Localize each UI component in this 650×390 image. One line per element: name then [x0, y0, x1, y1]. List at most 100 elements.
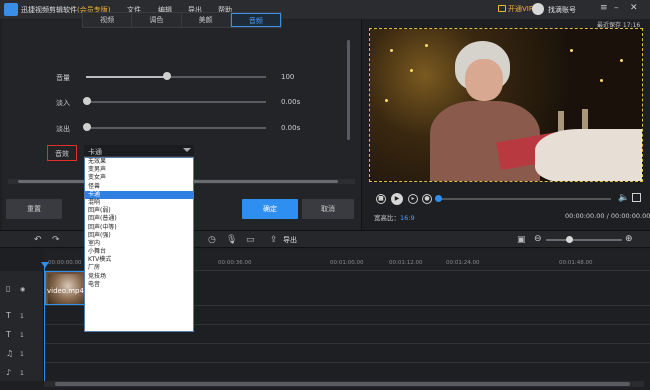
export-label[interactable]: 导出: [283, 235, 297, 245]
zoom-knob[interactable]: [566, 236, 573, 243]
effect-option[interactable]: 电音: [85, 281, 193, 289]
zoom-out-icon[interactable]: ⊖: [534, 234, 542, 244]
effect-select-value: 卡通: [88, 148, 102, 156]
play-icon[interactable]: ▶: [391, 193, 403, 205]
video-track-icon: ▯: [6, 284, 11, 293]
aspect-ratio-label: 宽高比：: [374, 214, 400, 222]
avatar[interactable]: [532, 3, 544, 15]
effect-option[interactable]: 厂房: [85, 264, 193, 272]
cancel-button[interactable]: 取消: [302, 199, 354, 219]
record-icon[interactable]: ●: [422, 194, 432, 204]
effect-option[interactable]: 无效果: [85, 158, 193, 166]
time-readout: 00:00:00.00 / 00:00:00.00: [565, 212, 650, 220]
voice-track-icon: ♪: [6, 368, 12, 377]
volume-knob[interactable]: [163, 72, 171, 80]
volume-slider[interactable]: [86, 76, 266, 78]
text-track-icon: T: [6, 311, 11, 320]
panel-vscrollbar-thumb[interactable]: [347, 40, 350, 140]
fit-icon[interactable]: ▣: [517, 235, 526, 245]
ruler-tick-label: 00:01:00.00: [330, 260, 364, 266]
zoom-slider[interactable]: [546, 239, 622, 241]
effect-label: 音效: [55, 150, 69, 158]
bokeh-light: [600, 79, 603, 82]
music-track-icon: ♫: [6, 349, 14, 358]
woman-face: [465, 59, 503, 101]
app-logo-icon: [4, 3, 18, 16]
effect-option[interactable]: 变女声: [85, 174, 193, 182]
vip-button[interactable]: 开通VIP: [498, 4, 533, 14]
effect-option[interactable]: 怪兽: [85, 183, 193, 191]
ruler-tick-label: 00:01:24.00: [446, 260, 480, 266]
volume-icon[interactable]: 🔈: [618, 193, 629, 203]
undo-icon[interactable]: ↶: [34, 235, 42, 245]
timeline-scrollbar-thumb[interactable]: [55, 382, 630, 386]
fullscreen-icon[interactable]: [632, 193, 641, 202]
menu-icon[interactable]: ≡: [600, 3, 608, 13]
filter-track-icon: T: [6, 330, 11, 339]
tab-beauty[interactable]: 美颜: [182, 13, 231, 27]
progress-bar[interactable]: [437, 198, 611, 200]
aspect-ratio-value: 16:9: [400, 214, 415, 222]
vip-label: 开通VIP: [508, 5, 534, 13]
effect-option[interactable]: 竞技场: [85, 273, 193, 281]
bokeh-light: [425, 44, 428, 47]
zoom-in-icon[interactable]: ⊕: [625, 234, 633, 244]
bokeh-light: [620, 59, 623, 62]
ok-button[interactable]: 确定: [242, 199, 298, 219]
tab-video[interactable]: 视频: [83, 13, 133, 27]
effect-option[interactable]: 回声(强): [85, 232, 193, 240]
effect-option[interactable]: 混响: [85, 199, 193, 207]
fadein-knob[interactable]: [83, 97, 91, 105]
tab-color[interactable]: 调色: [132, 13, 182, 27]
effect-option[interactable]: 室内: [85, 240, 193, 248]
track-number-1: 1: [20, 313, 24, 320]
volume-label: 音量: [56, 74, 70, 82]
microphone-icon[interactable]: 🎙: [226, 235, 237, 245]
visibility-icon[interactable]: ◉: [20, 286, 25, 293]
chevron-down-icon[interactable]: [183, 148, 191, 152]
app-title-text: 迅捷视频剪辑软件: [21, 6, 77, 14]
ruler-tick-label: 00:01:48.00: [559, 260, 593, 266]
reset-button[interactable]: 重置: [6, 199, 62, 219]
aspect-ratio[interactable]: 宽高比：16:9: [374, 212, 415, 222]
stop-icon[interactable]: ■: [376, 194, 386, 204]
next-frame-icon[interactable]: ▸: [408, 194, 418, 204]
progress-knob[interactable]: [435, 195, 442, 202]
export-icon[interactable]: ⇪: [270, 235, 278, 245]
tab-audio[interactable]: 音频: [230, 13, 281, 27]
track-number-1: 1: [20, 370, 24, 377]
volume-fill: [86, 76, 167, 78]
effect-option[interactable]: 卡通: [85, 190, 193, 199]
clip-name: video.mp4: [47, 287, 84, 295]
fadeout-value: 0.00s: [281, 124, 301, 132]
vip-icon: [498, 5, 506, 12]
volume-value: 100: [281, 73, 295, 81]
effect-option[interactable]: 回声(中等): [85, 224, 193, 232]
settings-tabs: 视频 调色 美颜 音频: [82, 12, 282, 28]
bokeh-light: [390, 49, 393, 52]
fadein-value: 0.00s: [281, 98, 301, 106]
glass: [582, 109, 588, 131]
effect-option[interactable]: 回声(普通): [85, 215, 193, 223]
fadeout-knob[interactable]: [83, 123, 91, 131]
bokeh-light: [570, 49, 573, 52]
close-icon[interactable]: ✕: [630, 3, 638, 13]
playhead-handle[interactable]: [41, 262, 49, 268]
fadeout-label: 淡出: [56, 125, 70, 133]
account-name[interactable]: 找滴账号: [548, 5, 576, 15]
ruler-tick-label: 00:00:36.00: [218, 260, 252, 266]
minimize-icon[interactable]: –: [614, 3, 619, 13]
fadein-slider[interactable]: [86, 101, 266, 103]
subtitle-icon[interactable]: ▭: [246, 235, 255, 245]
fadein-label: 淡入: [56, 99, 70, 107]
ruler-tick-label: 00:00:00.00: [48, 260, 82, 266]
track-divider: [44, 343, 650, 344]
effect-option[interactable]: KTV模式: [85, 256, 193, 264]
hand: [535, 129, 642, 181]
track-number-1: 1: [20, 351, 24, 358]
redo-icon[interactable]: ↷: [52, 235, 60, 245]
clock-icon[interactable]: ◷: [208, 235, 216, 245]
playhead[interactable]: [44, 262, 45, 382]
video-preview[interactable]: [369, 28, 643, 182]
fadeout-slider[interactable]: [86, 127, 266, 129]
